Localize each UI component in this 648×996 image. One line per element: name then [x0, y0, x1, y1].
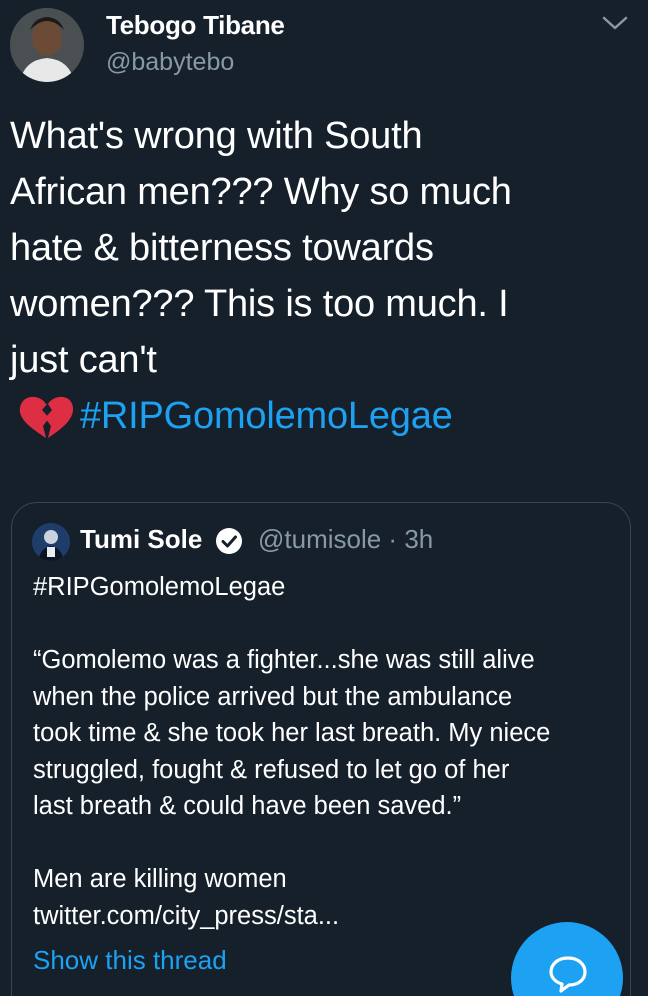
hashtag-link[interactable]: #RIPGomolemoLegae [80, 388, 453, 444]
tweet-text-line: hate & bitterness towards [10, 227, 434, 269]
tweet-header: Tebogo Tibane @babytebo [0, 0, 648, 100]
tweet-text-line: African men??? Why so much [10, 171, 512, 213]
author-avatar[interactable] [10, 8, 84, 82]
quoted-tweet-card[interactable]: Tumi Sole @tumisole · 3h #RIPGomolemoLeg… [11, 502, 631, 996]
show-thread-link[interactable]: Show this thread [33, 945, 227, 976]
reply-bubble-icon [549, 956, 587, 993]
author-handle[interactable]: @babytebo [106, 48, 234, 77]
quoted-body-line: last breath & could have been saved.” [33, 792, 462, 820]
quoted-body-line: when the police arrived but the ambulanc… [33, 682, 513, 711]
quoted-author-handle-time[interactable]: @tumisole · 3h [258, 524, 433, 555]
broken-heart-icon [19, 396, 74, 438]
tweet-text: What's wrong with South African men??? W… [10, 108, 640, 444]
quoted-body-line: took time & she took her last breath. My… [33, 719, 551, 747]
tweet-text-line: What's wrong with South [10, 115, 423, 157]
quoted-tweet-body: #RIPGomolemoLegae “Gomolemo was a fighte… [33, 569, 623, 934]
author-display-name[interactable]: Tebogo Tibane [106, 10, 285, 41]
tweet-text-line: women??? This is too much. I [10, 283, 509, 325]
quoted-body-line: struggled, fought & refused to let go of… [33, 755, 510, 784]
quoted-author-name[interactable]: Tumi Sole [80, 524, 202, 555]
quoted-author-avatar[interactable] [32, 523, 70, 561]
chevron-down-icon[interactable] [598, 10, 632, 36]
quoted-body-line: Men are killing women [33, 865, 287, 893]
quoted-link[interactable]: twitter.com/city_press/sta... [33, 898, 623, 935]
hashtag-line: #RIPGomolemoLegae [10, 388, 640, 444]
quoted-body-gap [33, 606, 623, 643]
quoted-body-gap [33, 825, 623, 862]
quoted-body-line: “Gomolemo was a fighter...she was still … [33, 646, 535, 674]
verified-badge-icon [215, 527, 243, 555]
quoted-body-line: #RIPGomolemoLegae [33, 573, 286, 601]
tweet-text-line: just can't [10, 339, 157, 381]
